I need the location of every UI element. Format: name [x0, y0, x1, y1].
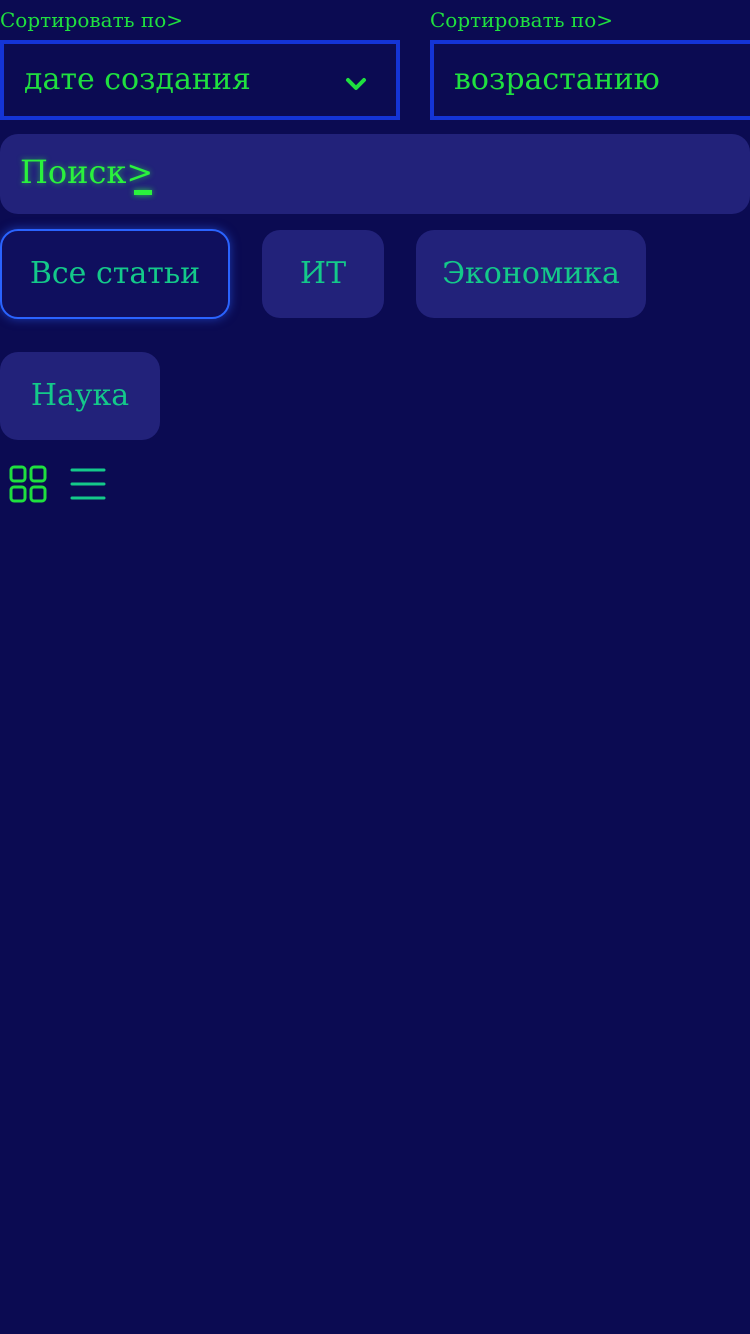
category-chip-all[interactable]: Все статьи — [0, 229, 230, 319]
sort-order-select[interactable]: возрастанию — [430, 40, 750, 120]
sort-order-value: возрастанию — [454, 62, 660, 97]
text-cursor — [134, 190, 152, 195]
category-chip-it[interactable]: ИТ — [262, 230, 384, 318]
list-view-icon[interactable] — [68, 464, 108, 504]
search-input[interactable]: Поиск> — [0, 134, 750, 214]
category-chip-economics[interactable]: Экономика — [416, 230, 646, 318]
category-chip-science[interactable]: Наука — [0, 352, 160, 440]
search-label: Поиск> — [20, 153, 154, 191]
sort-field-select[interactable]: дате создания — [0, 40, 400, 120]
grid-view-icon[interactable] — [8, 464, 48, 504]
chevron-down-icon — [346, 78, 366, 90]
sort-order-label: Сортировать по> — [430, 8, 614, 32]
sort-field-label: Сортировать по> — [0, 8, 184, 32]
sort-field-value: дате создания — [24, 62, 251, 97]
